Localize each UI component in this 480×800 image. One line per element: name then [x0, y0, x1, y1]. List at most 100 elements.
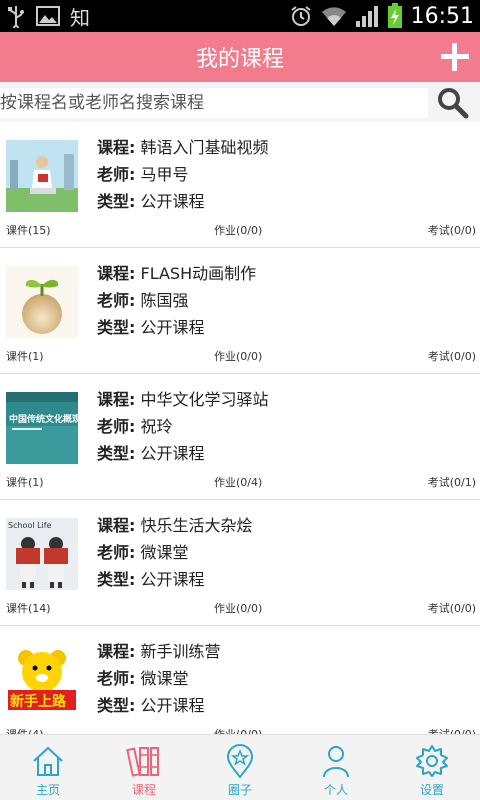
book-cover-title: 中国传统文化概观 [9, 413, 78, 425]
course-list: 课程: 韩语入门基础视频 老师: 马甲号 类型: 公开课程 课件(15) 作业(… [0, 122, 480, 734]
exam-count: 考试(0/1) [427, 476, 476, 489]
course-type: 公开课程 [140, 318, 205, 337]
search-icon[interactable] [436, 86, 470, 120]
course-thumbnail: 中国传统文化概观 [6, 392, 78, 464]
nav-label: 设置 [419, 783, 444, 797]
teacher-line: 老师: 陈国强 [97, 287, 189, 311]
teacher-label: 老师: [97, 543, 136, 562]
teacher-name: 祝玲 [140, 417, 173, 436]
course-item[interactable]: 课程: FLASH动画制作 老师: 陈国强 类型: 公开课程 课件(1) 作业(… [0, 248, 480, 374]
school-life-text: School Life [8, 521, 52, 530]
alarm-icon [290, 6, 311, 26]
teacher-name: 微课堂 [140, 543, 189, 562]
teacher-name: 马甲号 [140, 165, 189, 184]
search-input[interactable] [0, 88, 428, 118]
course-name: 快乐生活大杂烩 [140, 516, 253, 535]
teacher-line: 老师: 微课堂 [97, 539, 189, 563]
teacher-label: 老师: [97, 291, 136, 310]
type-line: 类型: 公开课程 [97, 566, 205, 590]
course-name: FLASH动画制作 [140, 264, 257, 283]
nav-label: 个人 [323, 783, 348, 797]
newbie-logo-text: 新手上路 [10, 693, 67, 710]
files-count: 课件(15) [6, 224, 51, 237]
location-pin-icon [226, 744, 254, 779]
course-name-line: 课程: 新手训练营 [97, 638, 221, 662]
course-name: 韩语入门基础视频 [140, 138, 269, 157]
course-item[interactable]: School Life 课程: 快乐生活大杂烩 老师: 微课堂 类型: 公开课程… [0, 500, 480, 626]
homework-count: 作业(0/0) [214, 726, 262, 734]
signal-icon [355, 6, 378, 27]
course-name: 新手训练营 [140, 642, 221, 661]
course-item[interactable]: 中国传统文化概观 课程: 中华文化学习驿站 老师: 祝玲 类型: 公开课程 课件… [0, 374, 480, 500]
type-label: 类型: [97, 192, 136, 211]
type-line: 类型: 公开课程 [97, 314, 205, 338]
nav-settings[interactable]: 设置 [384, 735, 480, 800]
teacher-line: 老师: 马甲号 [97, 161, 189, 185]
course-name-line: 课程: FLASH动画制作 [97, 260, 256, 284]
nav-circle[interactable]: 圈子 [192, 735, 288, 800]
course-label: 课程: [97, 642, 136, 661]
search-bar [0, 82, 480, 122]
files-count: 课件(4) [6, 726, 44, 734]
teacher-label: 老师: [97, 669, 136, 688]
nav-label: 主页 [35, 783, 60, 797]
nav-profile[interactable]: 个人 [288, 735, 384, 800]
homework-count: 作业(0/4) [214, 476, 263, 489]
teacher-line: 老师: 祝玲 [97, 413, 173, 437]
files-count: 课件(1) [6, 476, 44, 489]
type-label: 类型: [97, 696, 136, 715]
books-icon [126, 747, 159, 777]
image-icon [36, 6, 60, 26]
course-thumbnail [6, 266, 78, 338]
files-count: 课件(14) [6, 602, 51, 615]
header-bar: 我的课程 [0, 32, 480, 82]
exam-count: 考试(0/0) [427, 350, 476, 363]
plus-icon[interactable] [436, 38, 474, 76]
person-icon [323, 746, 349, 778]
course-name-line: 课程: 快乐生活大杂烩 [97, 512, 253, 536]
homework-count: 作业(0/0) [214, 350, 263, 363]
battery-icon [387, 3, 402, 28]
course-thumbnail [6, 140, 78, 212]
exam-count: 考试(0/0) [428, 726, 476, 734]
bottom-nav: 主页 课程 圈子 个人 设置 [0, 734, 480, 800]
teacher-label: 老师: [97, 165, 136, 184]
course-name: 中华文化学习驿站 [140, 390, 269, 409]
nav-label: 课程 [131, 783, 156, 797]
nav-courses[interactable]: 课程 [96, 735, 192, 800]
type-label: 类型: [97, 570, 136, 589]
exam-count: 考试(0/0) [427, 602, 476, 615]
teacher-name: 微课堂 [140, 669, 189, 688]
notification-text: 知 [70, 5, 90, 30]
type-line: 类型: 公开课程 [97, 440, 205, 464]
homework-count: 作业(0/0) [214, 224, 263, 237]
page-title: 我的课程 [195, 47, 284, 72]
nav-home[interactable]: 主页 [0, 735, 96, 800]
status-bar: 知 16:51 [0, 0, 480, 32]
course-item[interactable]: 新手上路 课程: 新手训练营 老师: 微课堂 类型: 公开课程 课件(4) 作业… [0, 626, 480, 734]
home-icon [33, 746, 63, 776]
course-thumbnail: School Life [6, 518, 78, 590]
gear-icon [416, 745, 448, 777]
type-label: 类型: [97, 444, 136, 463]
type-line: 类型: 公开课程 [97, 188, 205, 212]
files-count: 课件(1) [6, 350, 44, 363]
course-label: 课程: [97, 390, 136, 409]
course-type: 公开课程 [140, 444, 205, 463]
course-name-line: 课程: 中华文化学习驿站 [97, 386, 269, 410]
teacher-line: 老师: 微课堂 [97, 665, 189, 689]
nav-label: 圈子 [227, 783, 252, 797]
usb-icon [8, 6, 24, 28]
course-label: 课程: [97, 264, 136, 283]
course-type: 公开课程 [140, 696, 205, 715]
type-line: 类型: 公开课程 [97, 692, 205, 716]
exam-count: 考试(0/0) [427, 224, 476, 237]
course-item[interactable]: 课程: 韩语入门基础视频 老师: 马甲号 类型: 公开课程 课件(15) 作业(… [0, 122, 480, 248]
course-label: 课程: [97, 138, 136, 157]
course-name-line: 课程: 韩语入门基础视频 [97, 134, 269, 158]
teacher-name: 陈国强 [140, 291, 189, 310]
course-type: 公开课程 [140, 570, 205, 589]
teacher-label: 老师: [97, 417, 136, 436]
course-label: 课程: [97, 516, 136, 535]
wifi-icon [321, 7, 346, 26]
